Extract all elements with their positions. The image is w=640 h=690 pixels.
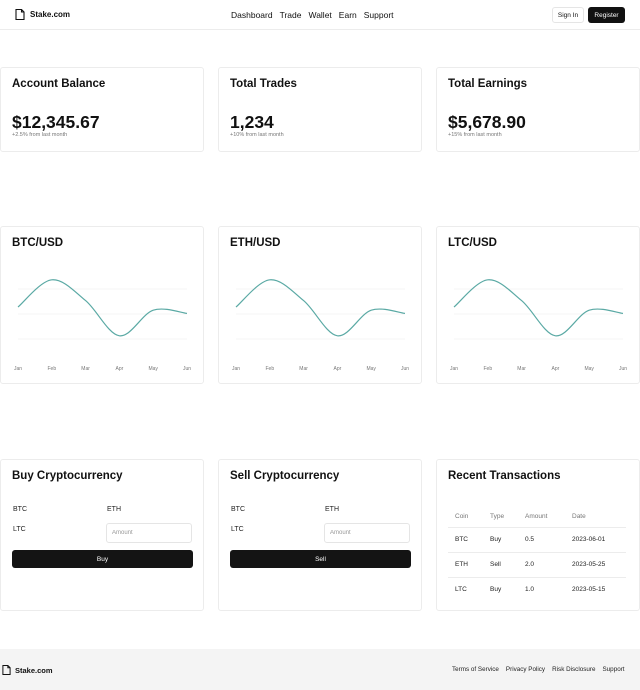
total-earnings-card: Total Earnings $5,678.90 +15% from last … [436, 67, 640, 152]
stat-value: 1,234 [230, 112, 274, 132]
x-tick-label: Feb [47, 366, 56, 372]
cell-coin: LTC [455, 586, 467, 594]
btc-line-chart: Jan Feb Mar Apr May Jun [14, 279, 191, 372]
x-tick-label: May [584, 366, 594, 372]
document-icon [2, 665, 11, 675]
coin-option-ltc[interactable]: LTC [231, 526, 244, 533]
buy-button[interactable]: Buy [12, 550, 193, 568]
stat-change: +2.5% from last month [12, 132, 68, 138]
card-title: Total Earnings [448, 78, 528, 90]
total-trades-card: Total Trades 1,234 +10% from last month [218, 67, 422, 152]
coin-option-ltc[interactable]: LTC [13, 526, 26, 533]
cell-amount: 2.0 [518, 552, 565, 578]
nav-earn[interactable]: Earn [339, 10, 357, 20]
btc-chart-card: BTC/USD Jan Feb Mar Apr May Jun [0, 226, 204, 384]
cell-type: Sell [483, 552, 518, 578]
cell-date: 2023-05-15 [572, 586, 606, 594]
ltc-chart-card: LTC/USD Jan Feb Mar Apr May Jun [436, 226, 640, 384]
footer-brand-name: Stake.com [15, 665, 53, 675]
coin-option-btc[interactable]: BTC [13, 506, 27, 513]
footer-link-support[interactable]: Support [602, 666, 624, 673]
footer-links: Terms of Service Privacy Policy Risk Dis… [452, 666, 625, 673]
coin-option-btc[interactable]: BTC [231, 506, 245, 513]
x-tick-label: May [148, 366, 158, 372]
cell-coin: ETH [448, 552, 483, 578]
eth-chart-card: ETH/USD Jan Feb Mar Apr May Jun [218, 226, 422, 384]
buy-amount-input[interactable] [106, 523, 192, 543]
column-header-date: Date [565, 506, 626, 528]
account-balance-card: Account Balance $12,345.67 +2.5% from la… [0, 67, 204, 152]
brand-logo[interactable]: Stake.com [15, 9, 70, 20]
x-tick-label: Apr [116, 366, 124, 372]
card-title: Account Balance [12, 78, 106, 90]
x-tick-label: Feb [483, 366, 492, 372]
recent-transactions-card: Recent Transactions Coin Type Amount Dat… [436, 459, 640, 611]
stat-change: +15% from last month [448, 132, 502, 138]
footer-link-risk[interactable]: Risk Disclosure [552, 666, 595, 673]
document-icon [15, 9, 25, 20]
cell-type: Buy [483, 527, 518, 553]
stat-value: $5,678.90 [448, 112, 526, 132]
table-header-row: Coin Type Amount Date [448, 506, 626, 528]
column-header-coin: Coin [448, 506, 483, 528]
footer-link-privacy[interactable]: Privacy Policy [506, 666, 545, 673]
cell-type: Buy [490, 586, 502, 594]
x-tick-label: Jun [183, 366, 191, 372]
footer-brand[interactable]: Stake.com [2, 665, 53, 675]
stat-change: +10% from last month [230, 132, 284, 138]
x-tick-label: Jun [619, 366, 627, 372]
cell-coin: BTC [448, 527, 483, 553]
x-tick-label: Mar [517, 366, 526, 372]
cell-amount: 1.0 [525, 586, 535, 594]
ltc-line-chart: Jan Feb Mar Apr May Jun [450, 279, 627, 372]
card-title: Sell Cryptocurrency [230, 470, 340, 482]
top-header: Stake.com Dashboard Trade Wallet Earn Su… [0, 0, 640, 30]
register-button[interactable]: Register [588, 7, 625, 23]
coin-option-eth[interactable]: ETH [107, 506, 121, 513]
x-tick-label: Jan [450, 366, 458, 372]
table-row: ETH Sell 2.0 2023-05-25 [448, 552, 626, 578]
x-tick-label: Jun [401, 366, 409, 372]
x-tick-label: Jan [14, 366, 22, 372]
series-line [17, 279, 188, 337]
buy-crypto-card: Buy Cryptocurrency BTC ETH LTC Buy [0, 459, 204, 611]
sell-amount-input[interactable] [324, 523, 410, 543]
nav-dashboard[interactable]: Dashboard [231, 10, 273, 20]
cell-date: 2023-06-01 [565, 527, 626, 553]
stat-value: $12,345.67 [12, 112, 100, 132]
cell-date: 2023-05-25 [565, 552, 626, 578]
table-row: LTC Buy 1.0 2023-05-15 [448, 577, 626, 602]
column-header-amount: Amount [518, 506, 565, 528]
column-header-type: Type [483, 506, 518, 528]
x-tick-label: Jan [232, 366, 240, 372]
card-title: Buy Cryptocurrency [12, 470, 123, 482]
nav-wallet[interactable]: Wallet [308, 10, 331, 20]
series-line [235, 279, 406, 337]
x-tick-label: Mar [299, 366, 308, 372]
brand-name: Stake.com [30, 10, 71, 19]
main-nav: Dashboard Trade Wallet Earn Support [231, 10, 394, 20]
cell-amount: 0.5 [518, 527, 565, 553]
page-footer: Stake.com Terms of Service Privacy Polic… [0, 649, 640, 690]
footer-link-terms[interactable]: Terms of Service [452, 666, 499, 673]
x-tick-label: Apr [552, 366, 560, 372]
card-title: Total Trades [230, 78, 297, 90]
sign-in-button[interactable]: Sign In [552, 7, 584, 23]
card-title: Recent Transactions [448, 470, 561, 482]
sell-button[interactable]: Sell [230, 550, 411, 568]
transactions-table: Coin Type Amount Date BTC Buy 0.5 2023-0… [448, 506, 626, 602]
eth-line-chart: Jan Feb Mar Apr May Jun [232, 279, 409, 372]
nav-support[interactable]: Support [364, 10, 394, 20]
sell-crypto-card: Sell Cryptocurrency BTC ETH LTC Sell [218, 459, 422, 611]
table-row: BTC Buy 0.5 2023-06-01 [448, 527, 626, 553]
coin-option-eth[interactable]: ETH [325, 506, 339, 513]
x-tick-label: Feb [265, 366, 274, 372]
series-line [453, 279, 624, 337]
x-tick-label: Mar [81, 366, 90, 372]
x-tick-label: May [366, 366, 376, 372]
x-tick-label: Apr [334, 366, 342, 372]
nav-trade[interactable]: Trade [280, 10, 302, 20]
